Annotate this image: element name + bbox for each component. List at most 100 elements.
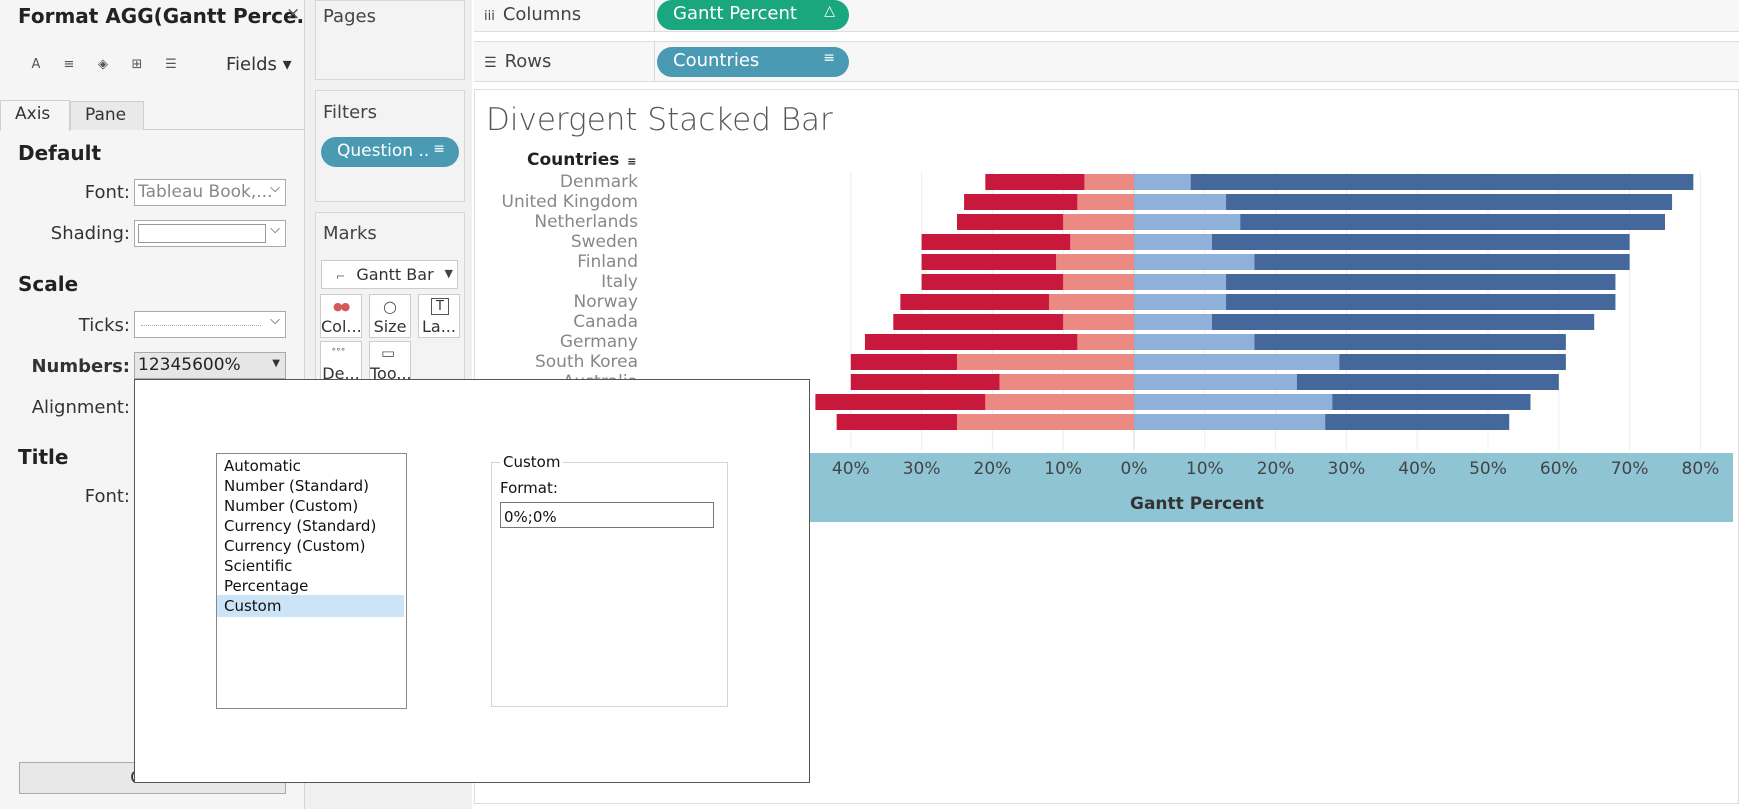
row-label[interactable]: Germany [560,332,638,352]
bar-segment[interactable] [964,194,1078,210]
format-option[interactable]: Currency (Custom) [217,535,404,557]
bar-segment[interactable] [1070,234,1134,250]
bar-segment[interactable] [1063,274,1134,290]
row-label[interactable]: Norway [574,292,639,312]
bar-segment[interactable] [985,174,1085,190]
bar-segment[interactable] [957,354,1134,370]
bar-segment[interactable] [893,314,1064,330]
format-option[interactable]: Number (Standard) [217,475,404,497]
row-label[interactable]: Denmark [560,172,638,192]
bar-segment[interactable] [850,354,957,370]
format-option[interactable]: Custom [217,595,404,617]
bar-segment[interactable] [1134,234,1212,250]
bar-segment[interactable] [1134,394,1333,410]
format-option[interactable]: Percentage [217,575,404,597]
label-mark-button[interactable]: T La... [418,294,460,338]
bar-segment[interactable] [1134,294,1227,310]
ticks-dropdown[interactable]: ⌵ [134,311,286,338]
bar-segment[interactable] [1226,294,1616,310]
number-format-list[interactable]: Automatic Number (Standard) Number (Custom… [216,453,407,709]
columns-pill-label: Gantt Percent [673,3,797,24]
format-option[interactable]: Scientific [217,555,404,577]
bar-segment[interactable] [1084,174,1134,190]
bar-segment[interactable] [1063,314,1134,330]
x-tick-label: 70% [1611,459,1649,479]
shading-dropdown[interactable]: ⌵ [134,220,286,247]
bar-segment[interactable] [957,414,1134,430]
mark-type-dropdown[interactable]: ⌐ Gantt Bar ▼ [321,260,458,289]
row-label[interactable]: United Kingdom [502,192,638,212]
bar-segment[interactable] [921,254,1057,270]
font-value: Tableau Book,... [138,182,273,202]
numbers-dropdown[interactable]: 12345600% ▼ [134,352,286,379]
bar-segment[interactable] [1226,194,1673,210]
bar-segment[interactable] [1134,414,1326,430]
alignment-icon[interactable]: ≡ [59,57,79,77]
font-dropdown[interactable]: Tableau Book,... ⌵ [134,179,286,206]
x-tick-label: 30% [1328,459,1366,479]
format-option[interactable]: Currency (Standard) [217,515,404,537]
row-label[interactable]: South Korea [535,352,638,372]
bar-segment[interactable] [836,414,957,430]
format-option[interactable]: Automatic [217,455,404,477]
bar-segment[interactable] [1254,334,1566,350]
bar-segment[interactable] [1190,174,1694,190]
bar-segment[interactable] [1134,354,1340,370]
bar-segment[interactable] [1049,294,1134,310]
title-section-heading: Title [18,445,69,469]
row-label[interactable]: Italy [601,272,638,292]
bar-segment[interactable] [1056,254,1134,270]
bar-segment[interactable] [921,234,1071,250]
custom-format-input[interactable] [500,502,714,528]
rows-pill-countries[interactable]: Countries ≡ [657,47,849,77]
format-option[interactable]: Number (Custom) [217,495,404,517]
bar-segment[interactable] [1134,334,1255,350]
bar-segment[interactable] [1226,274,1616,290]
bar-segment[interactable] [985,394,1134,410]
tab-pane[interactable]: Pane [70,101,144,130]
row-label[interactable]: Netherlands [534,212,638,232]
bar-segment[interactable] [1325,414,1510,430]
row-label[interactable]: Sweden [571,232,638,252]
bar-segment[interactable] [1211,234,1630,250]
tab-axis[interactable]: Axis [0,100,70,131]
close-icon[interactable]: × [286,4,300,24]
bar-segment[interactable] [1296,374,1559,390]
bar-segment[interactable] [1134,174,1191,190]
bar-segment[interactable] [921,274,1064,290]
bar-segment[interactable] [1063,214,1134,230]
bar-segment[interactable] [864,334,1078,350]
bar-segment[interactable] [1134,374,1297,390]
bar-segment[interactable] [1134,254,1255,270]
sort-icon: ≡ [823,50,835,66]
bar-segment[interactable] [1134,274,1227,290]
filter-pill-question[interactable]: Question .. ≡ [321,137,459,167]
row-label[interactable]: Finland [577,252,638,272]
bar-segment[interactable] [1077,334,1134,350]
x-tick-label: 80% [1682,459,1720,479]
columns-pill-gantt-percent[interactable]: Gantt Percent △ [657,0,849,30]
bar-segment[interactable] [1339,354,1566,370]
bar-segment[interactable] [1211,314,1595,330]
fields-dropdown[interactable]: Fields ▾ [226,54,292,75]
bar-segment[interactable] [1254,254,1630,270]
color-mark-button[interactable]: ●● Col... [320,294,362,338]
bar-segment[interactable] [1332,394,1531,410]
bar-segment[interactable] [957,214,1064,230]
row-label[interactable]: Canada [573,312,638,332]
bar-segment[interactable] [1240,214,1665,230]
bar-segment[interactable] [1134,214,1241,230]
chevron-down-icon: ⌵ [270,222,280,237]
bar-segment[interactable] [850,374,1000,390]
shading-icon[interactable]: ◈ [93,57,113,77]
bar-segment[interactable] [999,374,1134,390]
bar-segment[interactable] [815,394,986,410]
lines-icon[interactable]: ☰ [161,57,181,77]
bar-segment[interactable] [1077,194,1134,210]
size-mark-button[interactable]: ○ Size [369,294,411,338]
bar-segment[interactable] [1134,314,1212,330]
bar-segment[interactable] [1134,194,1227,210]
font-icon[interactable]: A [26,57,46,77]
bar-segment[interactable] [900,294,1050,310]
borders-icon[interactable]: ⊞ [127,57,147,77]
